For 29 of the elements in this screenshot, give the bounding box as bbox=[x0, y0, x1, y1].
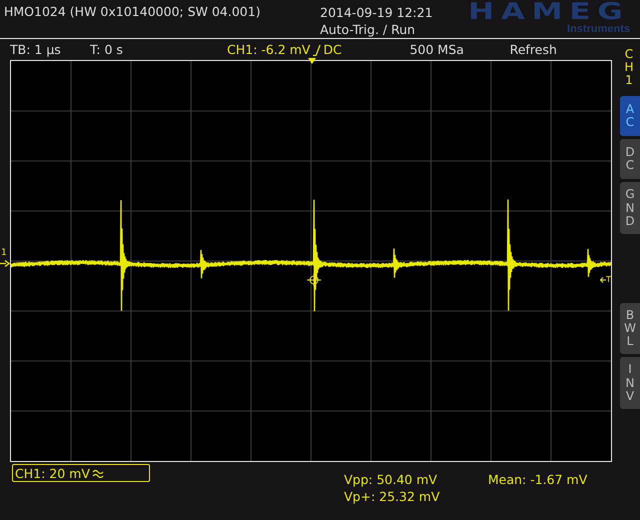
trigger-level-readout: CH1: -6.2 mV bbox=[227, 42, 310, 57]
timebase-readout: TB: 1 µs bbox=[10, 42, 62, 57]
ground-arrow-icon bbox=[0, 260, 10, 267]
measurement-readout: Mean: -1.67 mV bbox=[488, 472, 588, 487]
measurement-readout: Vp+: 25.32 mV bbox=[344, 489, 441, 504]
ac-coupling-icon bbox=[92, 468, 104, 478]
crosshair-icon bbox=[306, 272, 322, 288]
timestamp: 2014-09-19 12:21 bbox=[320, 4, 434, 21]
trigger-time-readout: T: 0 s bbox=[90, 42, 124, 57]
channel-scale-readout: CH1: 20 mV bbox=[12, 464, 150, 482]
device-title: HMO1024 (HW 0x10140000; SW 04.001) bbox=[3, 3, 262, 21]
brand-subtitle: Instruments bbox=[567, 24, 630, 35]
menu-button[interactable]: AC bbox=[620, 96, 640, 136]
channel-menu-title: CH1 bbox=[623, 48, 635, 88]
trigger-coupling-readout: DC bbox=[323, 42, 342, 57]
acquisition-mode-readout: Refresh bbox=[510, 42, 557, 57]
measurement-readout: Vpp: 50.40 mV bbox=[344, 472, 438, 487]
menu-button[interactable]: DC bbox=[620, 138, 640, 180]
menu-button[interactable]: BWL bbox=[620, 302, 640, 354]
rising-edge-icon bbox=[313, 44, 322, 56]
channel-marker: 1 bbox=[1, 249, 7, 258]
trigger-marker: T bbox=[606, 275, 611, 284]
menu-button[interactable]: INV bbox=[620, 357, 640, 409]
brand-logo: HAMEG bbox=[468, 0, 630, 24]
trigger-arrow-icon bbox=[600, 276, 606, 282]
trigger-position-icon bbox=[308, 58, 316, 64]
menu-button[interactable]: GND bbox=[620, 182, 640, 234]
trigger-status: Auto-Trig. / Run bbox=[320, 21, 416, 38]
sample-rate-readout: 500 MSa bbox=[410, 42, 465, 57]
